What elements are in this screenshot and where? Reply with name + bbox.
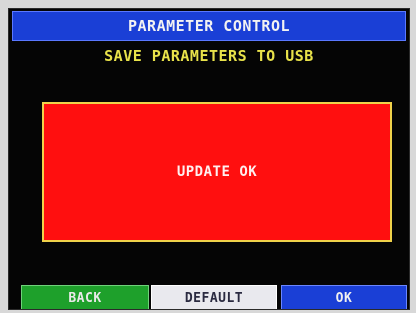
back-button[interactable]: BACK [21, 285, 149, 309]
ok-button[interactable]: OK [281, 285, 407, 309]
default-button-label: DEFAULT [184, 290, 244, 306]
page-subtitle: SAVE PARAMETERS TO USB [104, 47, 314, 65]
default-button[interactable]: DEFAULT [151, 285, 277, 309]
page-title: PARAMETER CONTROL [127, 17, 291, 35]
back-button-label: BACK [68, 290, 102, 306]
status-message: UPDATE OK [176, 164, 258, 180]
title-bar: PARAMETER CONTROL [12, 11, 406, 41]
ok-button-label: OK [335, 290, 353, 306]
status-panel: UPDATE OK [42, 102, 392, 242]
hmi-screen: PARAMETER CONTROL SAVE PARAMETERS TO USB… [8, 8, 410, 310]
